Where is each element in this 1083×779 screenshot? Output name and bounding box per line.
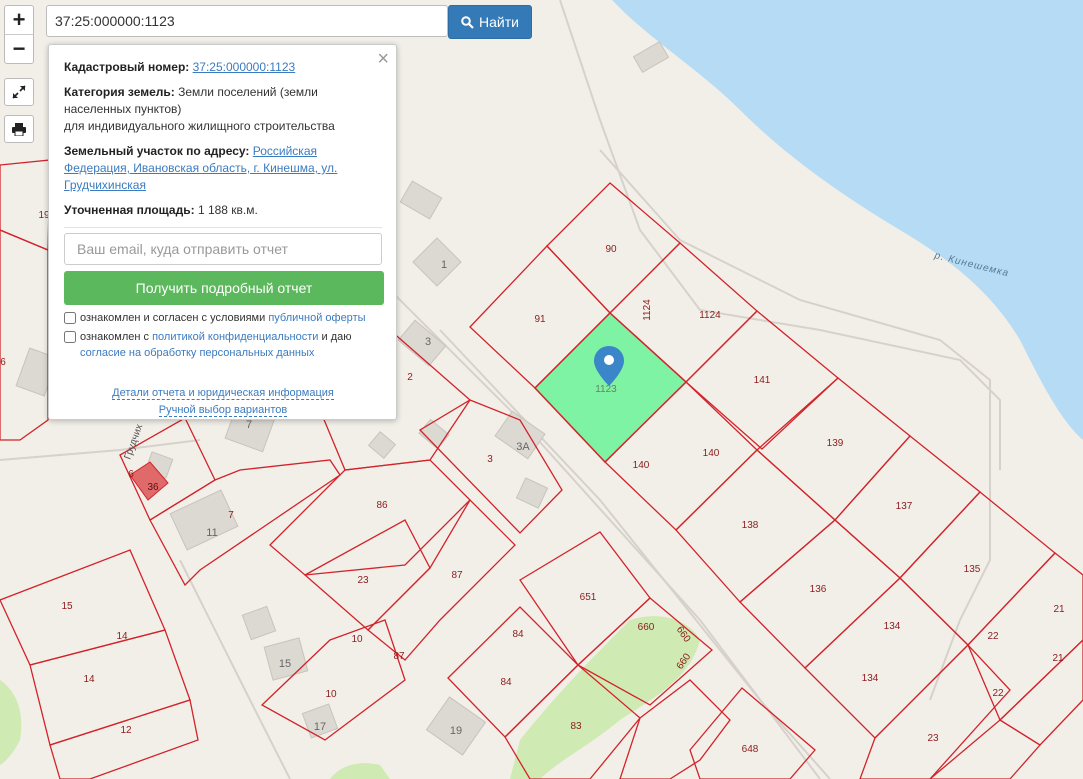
parcel-label: 83 (570, 721, 582, 732)
search-button-label: Найти (479, 14, 519, 30)
privacy-policy-link[interactable]: политикой конфиденциальности (152, 331, 318, 343)
parcel-label: 134 (862, 673, 879, 684)
parcel-label: 7 (228, 510, 234, 521)
area-row: Уточненная площадь: 1 188 кв.м. (64, 202, 382, 219)
parcel-label: 134 (884, 621, 901, 632)
parcel-label: 14 (116, 631, 128, 642)
parcel-label: 136 (810, 584, 827, 595)
parcel-label: 3 (487, 454, 493, 465)
get-report-button[interactable]: Получить подробный отчет (64, 271, 384, 305)
building-label: 17 (314, 721, 326, 733)
parcel-label: 135 (964, 564, 981, 575)
parcel-label: 23 (927, 733, 939, 744)
parcel-label: 15 (61, 601, 73, 612)
address-row: Земельный участок по адресу: Российская … (64, 143, 382, 194)
building-label: 1 (441, 259, 447, 271)
zoom-out-button[interactable]: − (5, 34, 33, 63)
parcel-label: 21 (1052, 653, 1064, 664)
parcel-label: 660 (638, 622, 655, 633)
parcel-label: 138 (742, 520, 759, 531)
divider (64, 227, 382, 228)
parcel-label: 141 (754, 375, 771, 386)
zoom-in-button[interactable]: + (5, 6, 33, 34)
parcel-label: 1124 (699, 310, 721, 321)
parcel-label: 648 (742, 744, 759, 755)
parcel-label: 2 (407, 372, 413, 383)
parcel-label: 6 (0, 357, 6, 368)
building-label: 3 (425, 336, 431, 348)
expand-icon (12, 85, 26, 99)
building-label: 11 (206, 527, 217, 539)
cadastral-number-link[interactable]: 37:25:000000:1123 (193, 60, 296, 74)
building-label: 3А (516, 441, 530, 453)
building-label: 19 (450, 725, 462, 737)
parcel-label: 86 (376, 500, 388, 511)
parcel-label: 14 (83, 674, 95, 685)
cadastral-number-row: Кадастровый номер: 37:25:000000:1123 (64, 59, 382, 76)
area-value: 1 188 кв.м. (197, 203, 258, 217)
parcel-label: 10 (351, 634, 363, 645)
data-consent-link[interactable]: согласие на обработку персональных данны… (80, 347, 314, 359)
parcel-label: 140 (703, 448, 720, 459)
parcel-label: 90 (605, 244, 617, 255)
parcel-label: 21 (1053, 604, 1065, 615)
report-details-link[interactable]: Детали отчета и юридическая информация (112, 387, 334, 400)
parcel-label: 22 (987, 631, 999, 642)
parcel-label: 1124 (642, 299, 653, 321)
close-icon[interactable]: × (377, 49, 389, 69)
search-button[interactable]: Найти (448, 5, 532, 39)
land-category-row: Категория земель: Земли поселений (земли… (64, 84, 382, 135)
privacy-agreement-row: ознакомлен с политикой конфиденциальност… (64, 329, 382, 361)
parcel-label: 36 (147, 482, 159, 493)
parcel-label: 84 (512, 629, 524, 640)
parcel-label: 139 (827, 438, 844, 449)
parcel-label: 84 (500, 677, 512, 688)
parcel-info-popup: × Кадастровый номер: 37:25:000000:1123 К… (48, 44, 397, 420)
area-label: Уточненная площадь: (64, 203, 195, 217)
fullscreen-button[interactable] (4, 78, 34, 106)
offer-checkbox[interactable] (64, 312, 76, 324)
green-area (0, 680, 22, 765)
parcel-label: 87 (451, 570, 463, 581)
email-field[interactable] (64, 233, 382, 265)
search-icon (461, 15, 474, 29)
address-label: Земельный участок по адресу: (64, 144, 250, 158)
parcel-label: 6 (128, 469, 134, 480)
river-water (612, 0, 1083, 440)
green-area (330, 763, 390, 779)
land-category-label: Категория земель: (64, 85, 175, 99)
building-label: 7 (246, 419, 252, 431)
public-offer-link[interactable]: публичной оферты (268, 312, 365, 324)
offer-agreement-row: ознакомлен и согласен с условиями публич… (64, 310, 382, 326)
parcel-label: 12 (120, 725, 132, 736)
parcel-label: 87 (393, 651, 405, 662)
print-button[interactable] (4, 115, 34, 143)
search-input[interactable] (46, 5, 448, 37)
parcel-label: 23 (357, 575, 369, 586)
parcel-label: 10 (325, 689, 337, 700)
privacy-checkbox[interactable] (64, 331, 76, 343)
land-use-value: для индивидуального жилищного строительс… (64, 119, 335, 133)
building-label: 15 (279, 658, 291, 670)
parcel-label: 137 (896, 501, 913, 512)
zoom-control: + − (4, 5, 34, 64)
parcel-label: 651 (580, 592, 597, 603)
parcel-label: 1123 (595, 384, 617, 395)
manual-selection-link[interactable]: Ручной выбор вариантов (158, 404, 288, 417)
parcel-label: 140 (633, 460, 650, 471)
popup-footer-links: Детали отчета и юридическая информация Р… (64, 385, 382, 419)
parcel-label: 91 (534, 314, 546, 325)
printer-icon (12, 122, 26, 136)
offer-agreement-text: ознакомлен и согласен с условиями публич… (80, 312, 366, 324)
privacy-agreement-text: ознакомлен с политикой конфиденциальност… (80, 331, 352, 359)
cadastral-number-label: Кадастровый номер: (64, 60, 190, 74)
parcel-label: 22 (992, 688, 1004, 699)
